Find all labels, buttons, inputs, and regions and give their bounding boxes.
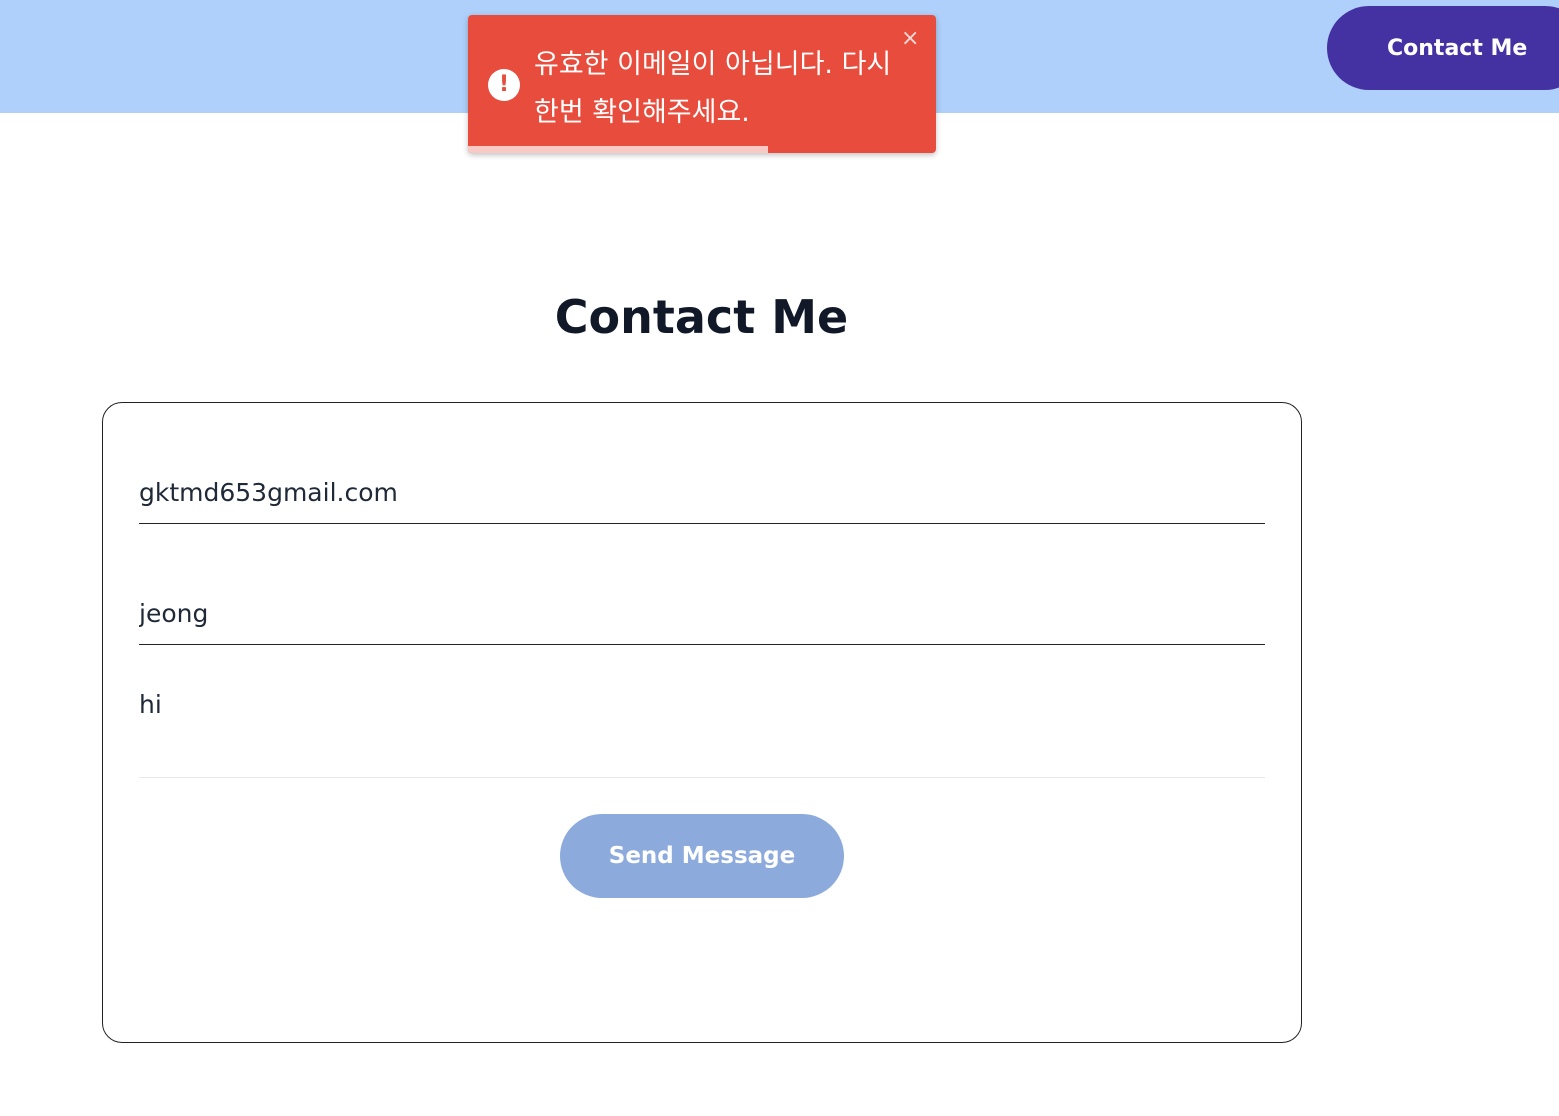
exclamation-circle-icon: ! (488, 69, 520, 101)
close-icon[interactable]: × (901, 25, 919, 53)
name-field[interactable] (139, 582, 1265, 645)
toast-message: 유효한 이메일이 아닙니다. 다시 한번 확인해주세요. (534, 49, 892, 128)
contact-form: hi Send Message (102, 402, 1302, 1043)
message-field[interactable]: hi (139, 689, 1265, 778)
email-field[interactable] (139, 461, 1265, 524)
send-message-button[interactable]: Send Message (560, 814, 844, 898)
contact-me-nav-button[interactable]: Contact Me (1327, 6, 1559, 90)
page: Contact Me ! 유효한 이메일이 아닙니다. 다시 한번 확인해주세요… (0, 0, 1559, 1116)
page-title: Contact Me (554, 290, 849, 344)
toast-progress-bar (468, 146, 768, 153)
error-toast: ! 유효한 이메일이 아닙니다. 다시 한번 확인해주세요. × (468, 15, 936, 153)
